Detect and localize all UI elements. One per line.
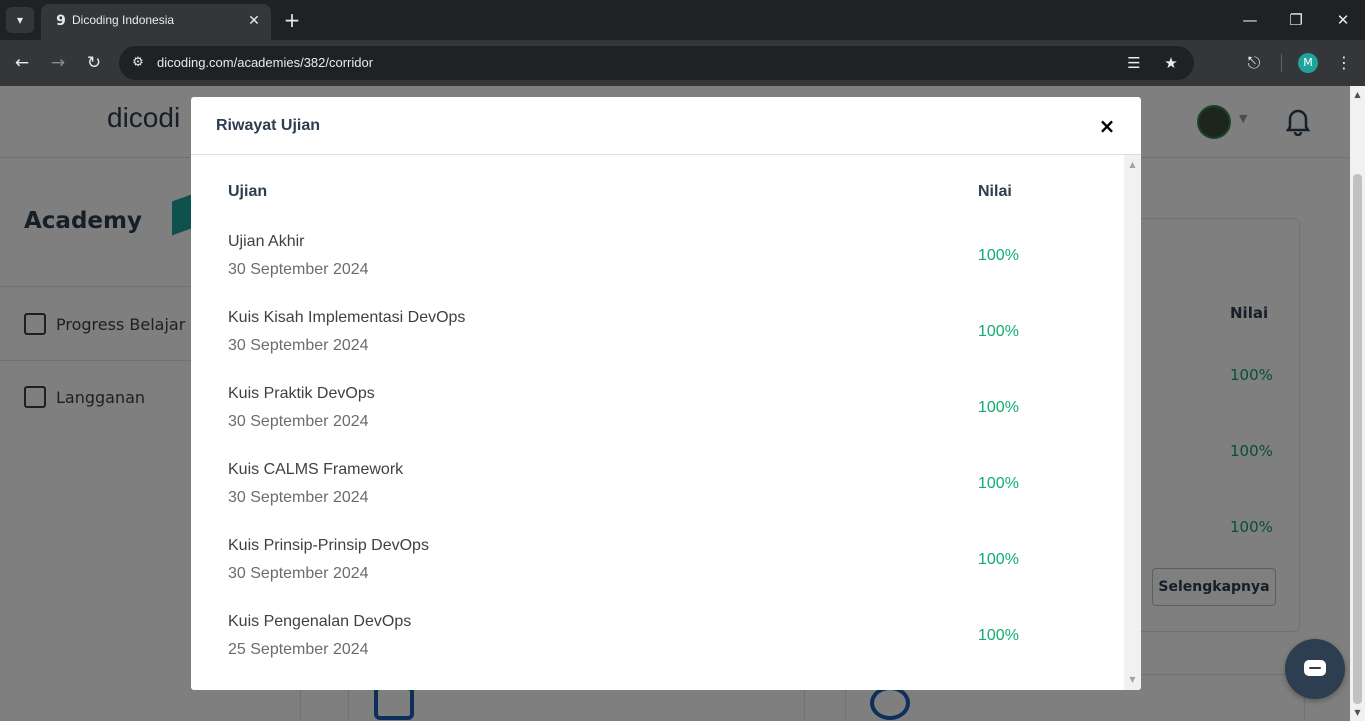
address-bar[interactable]: ⚙ dicoding.com/academies/382/corridor ★ … [119,46,1194,80]
close-window-button[interactable]: ✕ [1331,8,1355,32]
scroll-up-icon[interactable]: ▲ [1353,90,1362,99]
exam-score: 100% [978,323,1019,340]
chat-button[interactable] [1285,639,1345,699]
exam-row: Kuis Praktik DevOps 30 September 2024 10… [228,385,1088,461]
column-header-score: Nilai [978,183,1012,200]
exam-date: 30 September 2024 [228,337,369,354]
scroll-down-icon[interactable]: ▼ [1353,708,1362,717]
restore-button[interactable]: ❐ [1284,8,1308,32]
exam-history-modal: Riwayat Ujian × Ujian Nilai Ujian Akhir … [191,97,1141,690]
exam-name: Kuis CALMS Framework [228,461,404,478]
browser-tab-bar: ▾ 9 Dicoding Indonesia ✕ + — ❐ ✕ [0,0,1365,40]
site-settings-icon[interactable]: ⚙ [129,54,147,72]
exam-score: 100% [978,475,1019,492]
tab-search-button[interactable]: ▾ [6,7,34,33]
exam-row: Kuis Pengenalan DevOps 25 September 2024… [228,613,1088,689]
exam-name: Kuis Kisah Implementasi DevOps [228,309,466,326]
exam-name: Kuis Praktik DevOps [228,385,375,402]
exam-name: Ujian Akhir [228,233,305,250]
exam-row: Kuis CALMS Framework 30 September 2024 1… [228,461,1088,537]
toolbar-divider [1281,54,1282,72]
exam-score: 100% [978,551,1019,568]
exam-row: Kuis Prinsip-Prinsip DevOps 30 September… [228,537,1088,613]
exam-date: 30 September 2024 [228,489,369,506]
exam-score: 100% [978,627,1019,644]
modal-scrollbar[interactable]: ▲ ▼ [1124,155,1141,690]
page-scrollbar[interactable]: ▲ ▼ [1350,86,1365,721]
browser-menu-icon[interactable]: ⋮ [1332,51,1356,75]
modal-title: Riwayat Ujian [216,117,321,134]
profile-avatar[interactable]: M [1298,53,1318,73]
scrollbar-thumb[interactable] [1353,174,1362,704]
exam-row: Kuis Kisah Implementasi DevOps 30 Septem… [228,309,1088,385]
exam-date: 25 September 2024 [228,641,369,658]
exam-date: 30 September 2024 [228,261,369,278]
tab-close-icon[interactable]: ✕ [245,12,263,30]
close-icon[interactable]: × [1097,115,1117,137]
extensions-icon[interactable]: ⎋ [1242,51,1266,75]
exam-score: 100% [978,399,1019,416]
reload-button[interactable]: ↻ [82,51,106,75]
browser-tab[interactable]: 9 Dicoding Indonesia ✕ [41,4,271,40]
scroll-down-icon[interactable]: ▼ [1128,675,1137,684]
modal-body: Ujian Nilai Ujian Akhir 30 September 202… [191,155,1124,690]
modal-header: Riwayat Ujian × [191,97,1141,155]
forward-button[interactable]: → [46,51,70,75]
translate-icon[interactable]: ★ [1161,53,1181,73]
back-button[interactable]: ← [10,51,34,75]
browser-toolbar: ← → ↻ ⚙ dicoding.com/academies/382/corri… [0,40,1365,86]
new-tab-button[interactable]: + [281,9,303,31]
exam-name: Kuis Prinsip-Prinsip DevOps [228,537,429,554]
translate-page-icon[interactable]: ☰ [1124,53,1144,73]
exam-date: 30 September 2024 [228,413,369,430]
url-text: dicoding.com/academies/382/corridor [157,55,374,70]
chat-icon [1304,660,1326,676]
minimize-button[interactable]: — [1238,8,1262,32]
exam-row: Ujian Akhir 30 September 2024 100% [228,233,1088,309]
dicoding-favicon-icon: 9 [56,13,66,29]
tab-title: Dicoding Indonesia [72,13,175,27]
scroll-up-icon[interactable]: ▲ [1128,160,1137,169]
exam-score: 100% [978,247,1019,264]
exam-name: Kuis Pengenalan DevOps [228,613,412,630]
column-header-exam: Ujian [228,183,268,200]
exam-date: 30 September 2024 [228,565,369,582]
